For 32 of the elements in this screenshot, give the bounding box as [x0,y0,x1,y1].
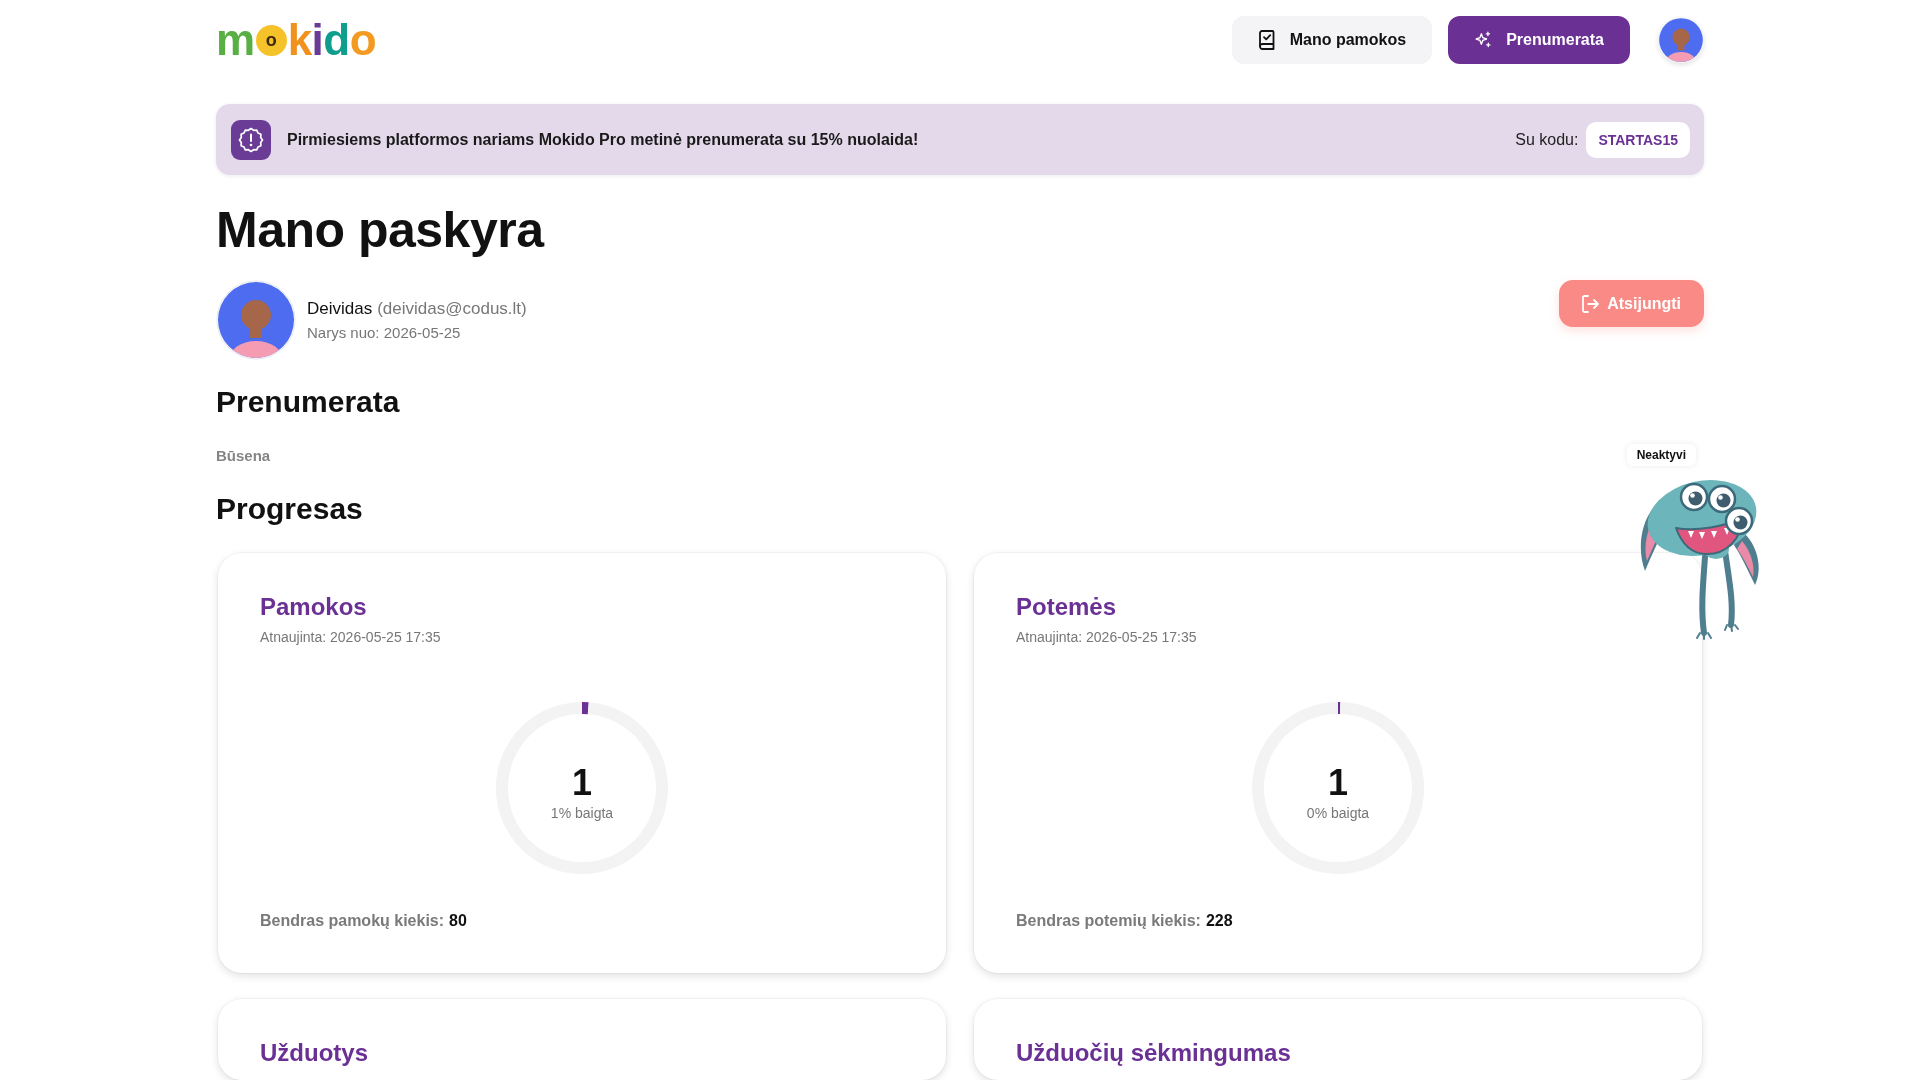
card-title: Užduočių sėkmingumas [1016,1038,1292,1068]
total-label: Bendras potemių kiekis: [1016,912,1201,929]
card-title: Potemės [1016,592,1118,622]
status-badge: Neaktyvi [1626,444,1696,466]
code-label: Su kodu: [1515,130,1579,149]
book-icon [1257,30,1276,50]
user-email: (deividas@codus.lt) [377,298,527,318]
promo-message: Pirmiesiems platformos nariams Mokido Pro metinė prenumerata su 15% nuolaida! [287,130,920,149]
updated-time: Atnaujinta: 2026-05-25 17:35 [1016,628,1198,646]
sparkle-icon [1474,30,1493,50]
lessons-button[interactable]: Mano pamokos [1231,16,1433,64]
updated-time: Atnaujinta: 2026-05-25 17:35 [260,628,442,646]
avatar-icon[interactable] [1658,17,1704,63]
total-value: 228 [1205,912,1233,929]
progress-percent: 0% baigta [1306,804,1370,822]
logout-icon [1582,294,1600,313]
progress-count: 1 [572,764,592,802]
total-label: Bendras pamokų kiekis: [260,912,445,929]
member-since: Narys nuo: 2026-05-25 [307,322,462,343]
section-title: Prenumerata [216,384,401,420]
page-title: Mano paskyra [216,205,546,255]
card-title: Užduotys [260,1038,369,1068]
progress-count: 1 [1328,764,1348,802]
promo-code: STARTAS15 [1586,121,1690,158]
card-title: Pamokos [260,592,368,622]
section-title: Progresas [216,491,364,527]
alert-icon [231,119,271,160]
total-value: 80 [449,912,467,929]
subscription-button[interactable]: Prenumerata [1448,16,1630,64]
progress-percent: 1% baigta [550,804,614,822]
user-name: Deividas [307,298,373,318]
status-label: Būsena [216,446,271,464]
